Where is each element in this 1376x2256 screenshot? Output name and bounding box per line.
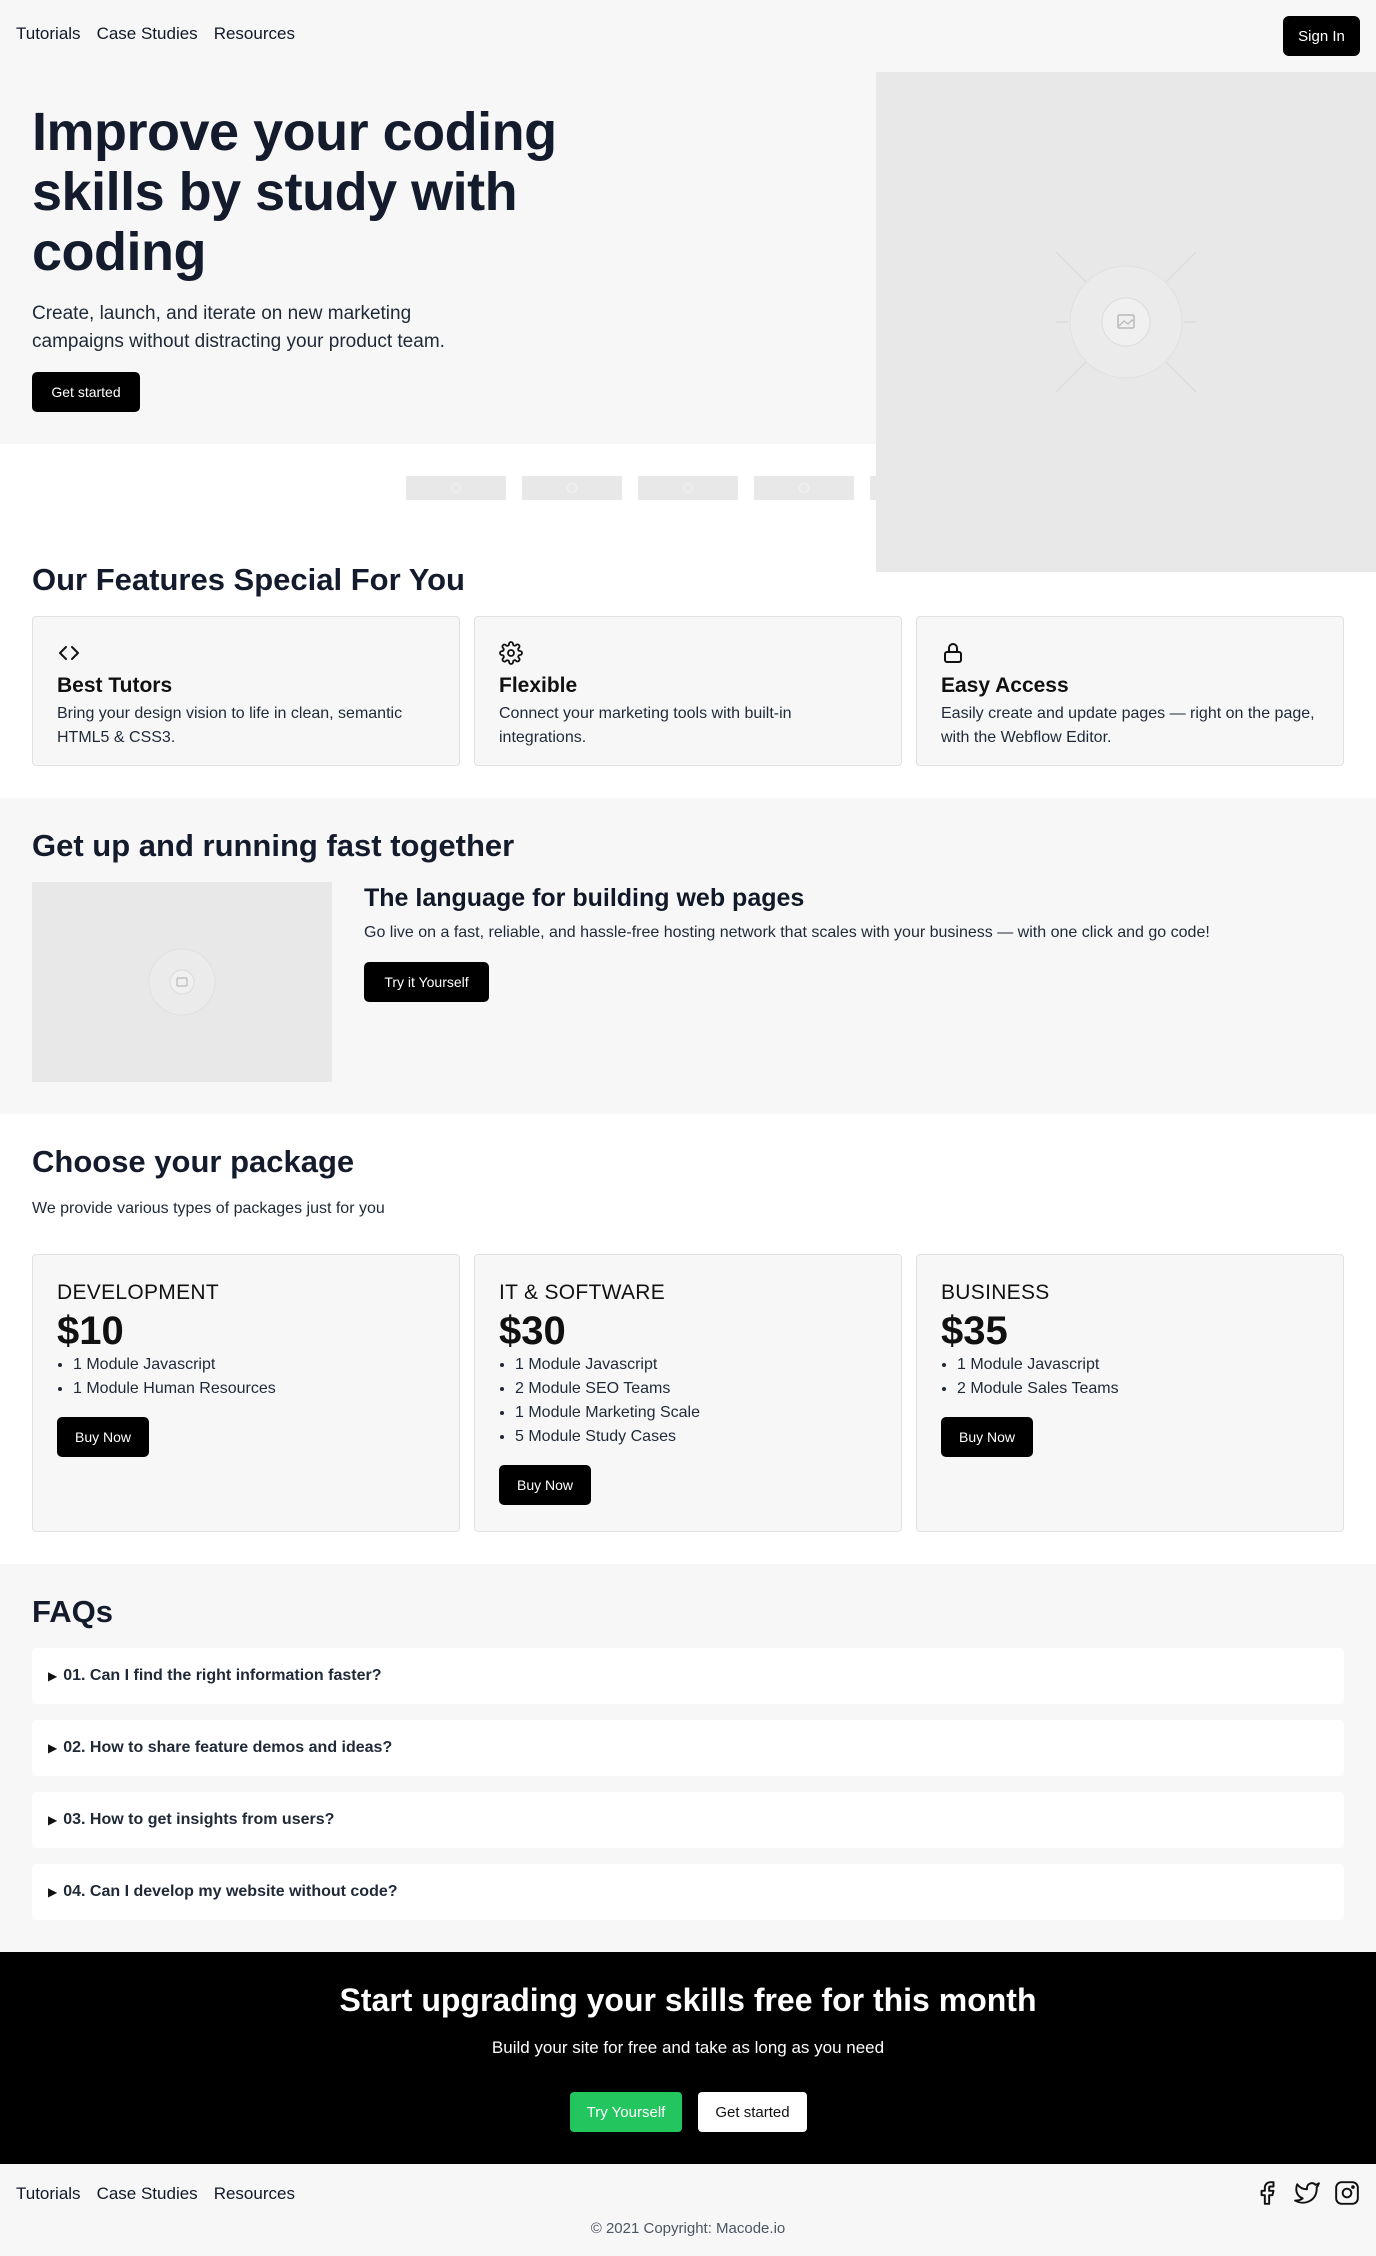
package-feature: 1 Module Javascript <box>957 1353 1319 1377</box>
hero-title: Improve your coding skills by study with… <box>32 102 557 282</box>
try-it-yourself-button[interactable]: Try it Yourself <box>364 962 489 1002</box>
footer-link-tutorials[interactable]: Tutorials <box>16 2184 81 2204</box>
faq-question: 01. Can I find the right information fas… <box>63 1667 382 1684</box>
package-feature: 1 Module Javascript <box>515 1353 877 1377</box>
image-placeholder-icon <box>1056 252 1196 392</box>
feature-text: Connect your marketing tools with built-… <box>499 705 792 746</box>
section-image-placeholder <box>32 882 332 1082</box>
faq-item[interactable]: ▶ 01. Can I find the right information f… <box>32 1648 1344 1704</box>
buy-now-button[interactable]: Buy Now <box>499 1465 591 1505</box>
package-features: 1 Module Javascript 1 Module Human Resou… <box>73 1353 435 1401</box>
nav-link-case-studies[interactable]: Case Studies <box>97 24 198 44</box>
package-card: BUSINESS $35 1 Module Javascript 2 Modul… <box>916 1254 1344 1532</box>
package-features: 1 Module Javascript 2 Module SEO Teams 1… <box>515 1353 877 1449</box>
logo-strip <box>406 476 880 500</box>
running-text: Go live on a fast, reliable, and hassle-… <box>364 924 1210 941</box>
buy-now-button[interactable]: Buy Now <box>57 1417 149 1457</box>
package-price: $35 <box>941 1309 1008 1353</box>
package-price: $30 <box>499 1309 566 1353</box>
package-feature: 1 Module Human Resources <box>73 1377 435 1401</box>
package-card: IT & SOFTWARE $30 1 Module Javascript 2 … <box>474 1254 902 1532</box>
feature-text: Easily create and update pages — right o… <box>941 705 1315 746</box>
packages-title: Choose your package <box>32 1144 355 1179</box>
package-features: 1 Module Javascript 2 Module Sales Teams <box>957 1353 1319 1401</box>
get-started-button[interactable]: Get started <box>32 372 140 412</box>
package-feature: 5 Module Study Cases <box>515 1425 877 1449</box>
packages-subtitle: We provide various types of packages jus… <box>32 1200 385 1217</box>
partner-logo <box>522 476 622 500</box>
package-feature: 2 Module Sales Teams <box>957 1377 1319 1401</box>
faq-question: 02. How to share feature demos and ideas… <box>63 1739 393 1756</box>
package-name: DEVELOPMENT <box>57 1281 219 1304</box>
logo-dot-icon <box>799 483 809 493</box>
try-yourself-button[interactable]: Try Yourself <box>570 2092 682 2132</box>
instagram-icon[interactable] <box>1334 2180 1360 2206</box>
faq-question: 03. How to get insights from users? <box>63 1811 335 1828</box>
cta-title: Start upgrading your skills free for thi… <box>339 1982 1037 2018</box>
footer-link-case-studies[interactable]: Case Studies <box>97 2184 198 2204</box>
site-header: Tutorials Case Studies Resources Sign In <box>0 0 1376 72</box>
faq-item[interactable]: ▶ 03. How to get insights from users? <box>32 1792 1344 1848</box>
faq-item[interactable]: ▶ 02. How to share feature demos and ide… <box>32 1720 1344 1776</box>
hero-subtitle: Create, launch, and iterate on new marke… <box>32 303 445 352</box>
features-title: Our Features Special For You <box>32 562 465 597</box>
feature-card: Flexible Connect your marketing tools wi… <box>474 616 902 766</box>
disclosure-triangle-icon: ▶ <box>48 1741 58 1755</box>
partner-logo <box>638 476 738 500</box>
gear-icon <box>499 641 523 665</box>
cta-get-started-button[interactable]: Get started <box>698 2092 807 2132</box>
facebook-icon[interactable] <box>1254 2180 1280 2206</box>
package-name: IT & SOFTWARE <box>499 1281 666 1304</box>
package-feature: 2 Module SEO Teams <box>515 1377 877 1401</box>
lock-icon <box>944 643 962 663</box>
cta-subtitle: Build your site for free and take as lon… <box>491 2038 885 2057</box>
logo-dot-icon <box>451 483 461 493</box>
package-name: BUSINESS <box>941 1281 1050 1304</box>
running-section: Get up and running fast together The lan… <box>0 798 1376 1114</box>
disclosure-triangle-icon: ▶ <box>48 1669 58 1683</box>
running-title: Get up and running fast together <box>32 828 515 863</box>
partner-logo <box>870 476 880 500</box>
package-price: $10 <box>57 1309 124 1353</box>
logo-dot-icon <box>567 483 577 493</box>
social-links <box>1254 2180 1360 2206</box>
top-nav: Tutorials Case Studies Resources <box>16 24 295 44</box>
feature-title: Flexible <box>499 674 578 697</box>
nav-link-tutorials[interactable]: Tutorials <box>16 24 81 44</box>
buy-now-button[interactable]: Buy Now <box>941 1417 1033 1457</box>
copyright-text: © 2021 Copyright: Macode.io <box>590 2220 786 2237</box>
running-heading: The language for building web pages <box>364 884 805 912</box>
footer-link-resources[interactable]: Resources <box>214 2184 295 2204</box>
site-footer: Tutorials Case Studies Resources © 2021 … <box>0 2164 1376 2256</box>
disclosure-triangle-icon: ▶ <box>48 1885 58 1899</box>
feature-text: Bring your design vision to life in clea… <box>57 705 403 746</box>
hero-image-placeholder <box>876 72 1376 572</box>
feature-title: Easy Access <box>941 674 1069 697</box>
nav-link-resources[interactable]: Resources <box>214 24 295 44</box>
faq-question: 04. Can I develop my website without cod… <box>63 1883 398 1900</box>
package-card: DEVELOPMENT $10 1 Module Javascript 1 Mo… <box>32 1254 460 1532</box>
logo-dot-icon <box>683 483 693 493</box>
feature-title: Best Tutors <box>57 674 173 697</box>
package-feature: 1 Module Javascript <box>73 1353 435 1377</box>
faq-item[interactable]: ▶ 04. Can I develop my website without c… <box>32 1864 1344 1920</box>
sign-in-button[interactable]: Sign In <box>1283 16 1360 56</box>
footer-nav: Tutorials Case Studies Resources <box>16 2184 295 2204</box>
image-placeholder-icon <box>148 948 216 1016</box>
partner-logo <box>754 476 854 500</box>
cta-section: Start upgrading your skills free for thi… <box>0 1952 1376 2164</box>
partner-logo <box>406 476 506 500</box>
faq-title: FAQs <box>32 1594 113 1629</box>
feature-card: Best Tutors Bring your design vision to … <box>32 616 460 766</box>
twitter-icon[interactable] <box>1294 2180 1320 2206</box>
code-icon <box>59 646 79 660</box>
disclosure-triangle-icon: ▶ <box>48 1813 58 1827</box>
faq-section: FAQs ▶ 01. Can I find the right informat… <box>0 1564 1376 1952</box>
package-feature: 1 Module Marketing Scale <box>515 1401 877 1425</box>
feature-card: Easy Access Easily create and update pag… <box>916 616 1344 766</box>
